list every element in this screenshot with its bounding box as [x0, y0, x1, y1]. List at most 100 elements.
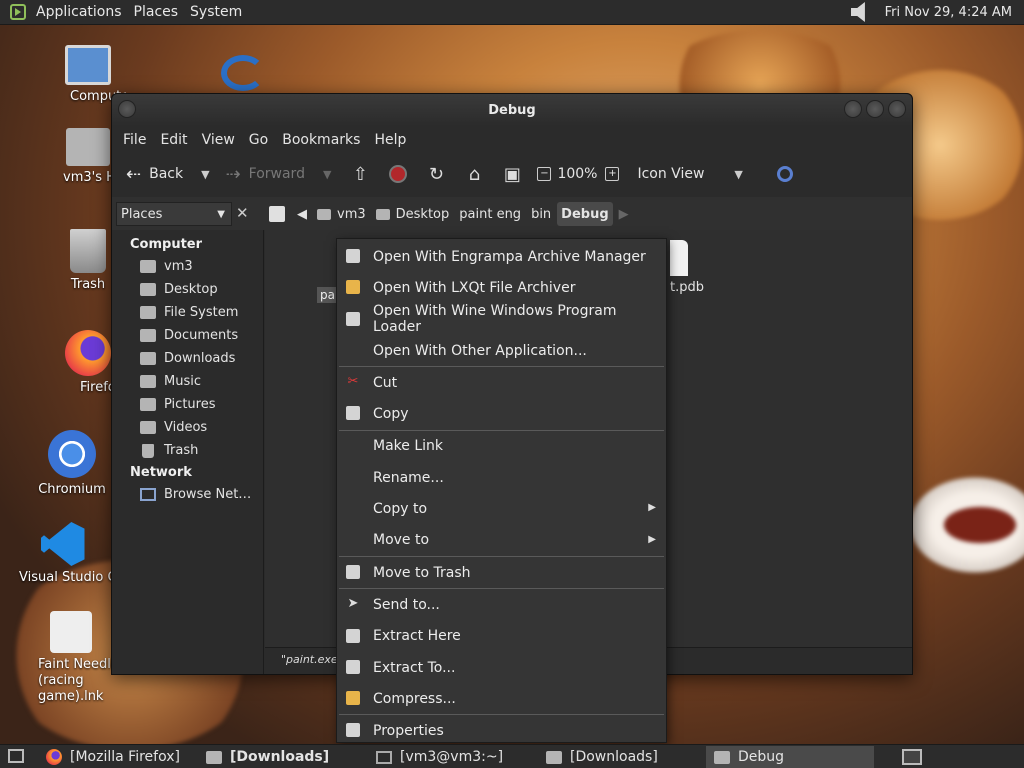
forward-history-dropdown[interactable]: ▼	[323, 168, 331, 181]
zoom-in-icon[interactable]: +	[605, 167, 620, 181]
send-icon: ➤	[347, 596, 359, 612]
menu-item-extract-here[interactable]: Extract Here	[337, 621, 666, 652]
extract-to-icon	[346, 659, 360, 674]
menu-item-move-to-trash[interactable]: Move to Trash	[337, 557, 666, 588]
sidebar-item-trash[interactable]: Trash	[112, 439, 263, 462]
close-sidebar-icon[interactable]: ✕	[236, 204, 249, 222]
show-desktop-icon[interactable]	[8, 749, 24, 763]
menu-edit[interactable]: Edit	[153, 132, 194, 148]
trash-icon	[70, 229, 106, 273]
forward-button[interactable]: ⇢ Forward	[222, 164, 309, 185]
menu-bookmarks[interactable]: Bookmarks	[275, 132, 367, 148]
workspace-switcher[interactable]	[902, 749, 922, 765]
desk-icon-lnk[interactable]: Faint Needle (racing game).lnk	[30, 611, 111, 705]
folder-icon	[714, 750, 730, 764]
reload-icon[interactable]: ↻	[425, 164, 447, 185]
task-terminal[interactable]: [vm3@vm3:~]	[368, 746, 538, 768]
task-label: [Downloads]	[230, 749, 330, 765]
sidebar-item-music[interactable]: Music	[112, 370, 263, 393]
menu-item-open-engrampa[interactable]: Open With Engrampa Archive Manager	[337, 241, 666, 272]
close-button[interactable]	[888, 100, 906, 118]
task-downloads-1[interactable]: [Downloads]	[198, 746, 368, 768]
task-firefox[interactable]: [Mozilla Firefox]	[38, 746, 198, 768]
breadcrumb-bin[interactable]: bin	[527, 202, 555, 226]
firefox-icon	[46, 749, 62, 765]
computer-icon[interactable]: ▣	[501, 164, 523, 185]
sidebar-item-documents[interactable]: Documents	[112, 324, 263, 347]
menu-item-compress[interactable]: Compress...	[337, 683, 666, 714]
menu-item-open-lxqt-archiver[interactable]: Open With LXQt File Archiver	[337, 272, 666, 303]
submenu-arrow-icon: ▶	[648, 533, 656, 545]
desk-icon-gimp[interactable]	[196, 55, 290, 95]
file-label-paint-exe[interactable]: pa	[317, 287, 338, 303]
breadcrumb-desktop[interactable]: Desktop	[372, 202, 454, 226]
search-icon[interactable]	[776, 166, 793, 182]
window-titlebar[interactable]: Debug	[112, 94, 912, 126]
menu-item-label: Copy to	[373, 501, 428, 518]
task-debug[interactable]: Debug	[706, 746, 874, 768]
menu-go[interactable]: Go	[242, 132, 275, 148]
back-history-dropdown[interactable]: ▼	[201, 168, 209, 181]
minimize-button[interactable]	[844, 100, 862, 118]
stop-button[interactable]	[387, 164, 409, 184]
gimp-icon	[221, 55, 265, 91]
menu-help[interactable]: Help	[367, 132, 413, 148]
sidebar-item-vm3[interactable]: vm3	[112, 255, 263, 278]
menu-item-open-other[interactable]: Open With Other Application...	[337, 335, 666, 366]
menu-item-copy[interactable]: Copy	[337, 398, 666, 429]
vscode-icon	[40, 522, 85, 566]
zoom-level: 100%	[557, 166, 598, 182]
volume-icon[interactable]	[850, 2, 865, 22]
desk-icon-chromium[interactable]: Chromium	[22, 430, 122, 497]
view-mode-select[interactable]: Icon View ▼	[633, 166, 754, 182]
menu-item-send-to[interactable]: ➤ Send to...	[337, 589, 666, 620]
task-list: [Mozilla Firefox] [Downloads] [vm3@vm3:~…	[38, 746, 874, 768]
clock[interactable]: Fri Nov 29, 4:24 AM	[885, 5, 1012, 20]
menu-item-rename[interactable]: Rename...	[337, 462, 666, 493]
breadcrumb-debug[interactable]: Debug	[557, 202, 613, 226]
mate-logo-icon[interactable]	[10, 4, 26, 20]
menu-item-copy-to[interactable]: Copy to ▶	[337, 493, 666, 524]
breadcrumb-forward-arrow[interactable]: ▶	[615, 202, 633, 226]
task-label: Debug	[738, 749, 785, 765]
places-combo[interactable]: Places ▼	[116, 202, 232, 226]
up-icon[interactable]: ⇧	[349, 164, 371, 185]
folder-icon	[140, 375, 156, 388]
folder-icon	[140, 421, 156, 434]
task-downloads-2[interactable]: [Downloads]	[538, 746, 706, 768]
menu-view[interactable]: View	[195, 132, 242, 148]
breadcrumb-vm3[interactable]: vm3	[313, 202, 370, 226]
zoom-out-icon[interactable]: −	[537, 167, 552, 181]
desk-icon-label: Chromium	[38, 482, 106, 497]
home-icon[interactable]: ⌂	[463, 164, 485, 185]
sidebar-item-desktop[interactable]: Desktop	[112, 278, 263, 301]
window-menu-button[interactable]	[118, 100, 136, 118]
sidebar-item-pictures[interactable]: Pictures	[112, 393, 263, 416]
system-menu[interactable]: System	[186, 4, 250, 20]
menu-item-cut[interactable]: ✂ Cut	[337, 367, 666, 398]
sidebar-item-videos[interactable]: Videos	[112, 416, 263, 439]
maximize-button[interactable]	[866, 100, 884, 118]
sidebar-item-label: Documents	[164, 328, 239, 343]
sidebar-item-browse-network[interactable]: Browse Net…	[112, 483, 263, 506]
menu-item-properties[interactable]: Properties	[337, 715, 666, 746]
breadcrumb-label: Desktop	[395, 206, 450, 222]
sidebar-item-filesystem[interactable]: File System	[112, 301, 263, 324]
menu-file[interactable]: File	[116, 132, 153, 148]
network-icon	[140, 488, 156, 501]
places-menu[interactable]: Places	[130, 4, 187, 20]
menu-item-move-to[interactable]: Move to ▶	[337, 525, 666, 556]
menu-item-open-wine[interactable]: Open With Wine Windows Program Loader	[337, 303, 666, 335]
breadcrumb-paint-eng[interactable]: paint eng	[455, 202, 525, 226]
desk-icon-vscode[interactable]: Visual Studio Code	[14, 522, 111, 585]
edit-location-icon[interactable]	[269, 206, 285, 222]
applications-menu[interactable]: Applications	[32, 4, 130, 20]
sidebar-item-downloads[interactable]: Downloads	[112, 347, 263, 370]
breadcrumb-back-arrow[interactable]: ◀	[293, 202, 311, 226]
zoom-control[interactable]: − 100% +	[533, 166, 629, 182]
file-item-pdb[interactable]: t.pdb	[670, 240, 704, 295]
back-button[interactable]: ⇠ Back	[122, 164, 187, 185]
location-row: Places ▼ ✕ ◀ vm3 Desktop paint eng bin D…	[112, 197, 912, 230]
menu-item-extract-to[interactable]: Extract To...	[337, 652, 666, 683]
menu-item-make-link[interactable]: Make Link	[337, 431, 666, 462]
